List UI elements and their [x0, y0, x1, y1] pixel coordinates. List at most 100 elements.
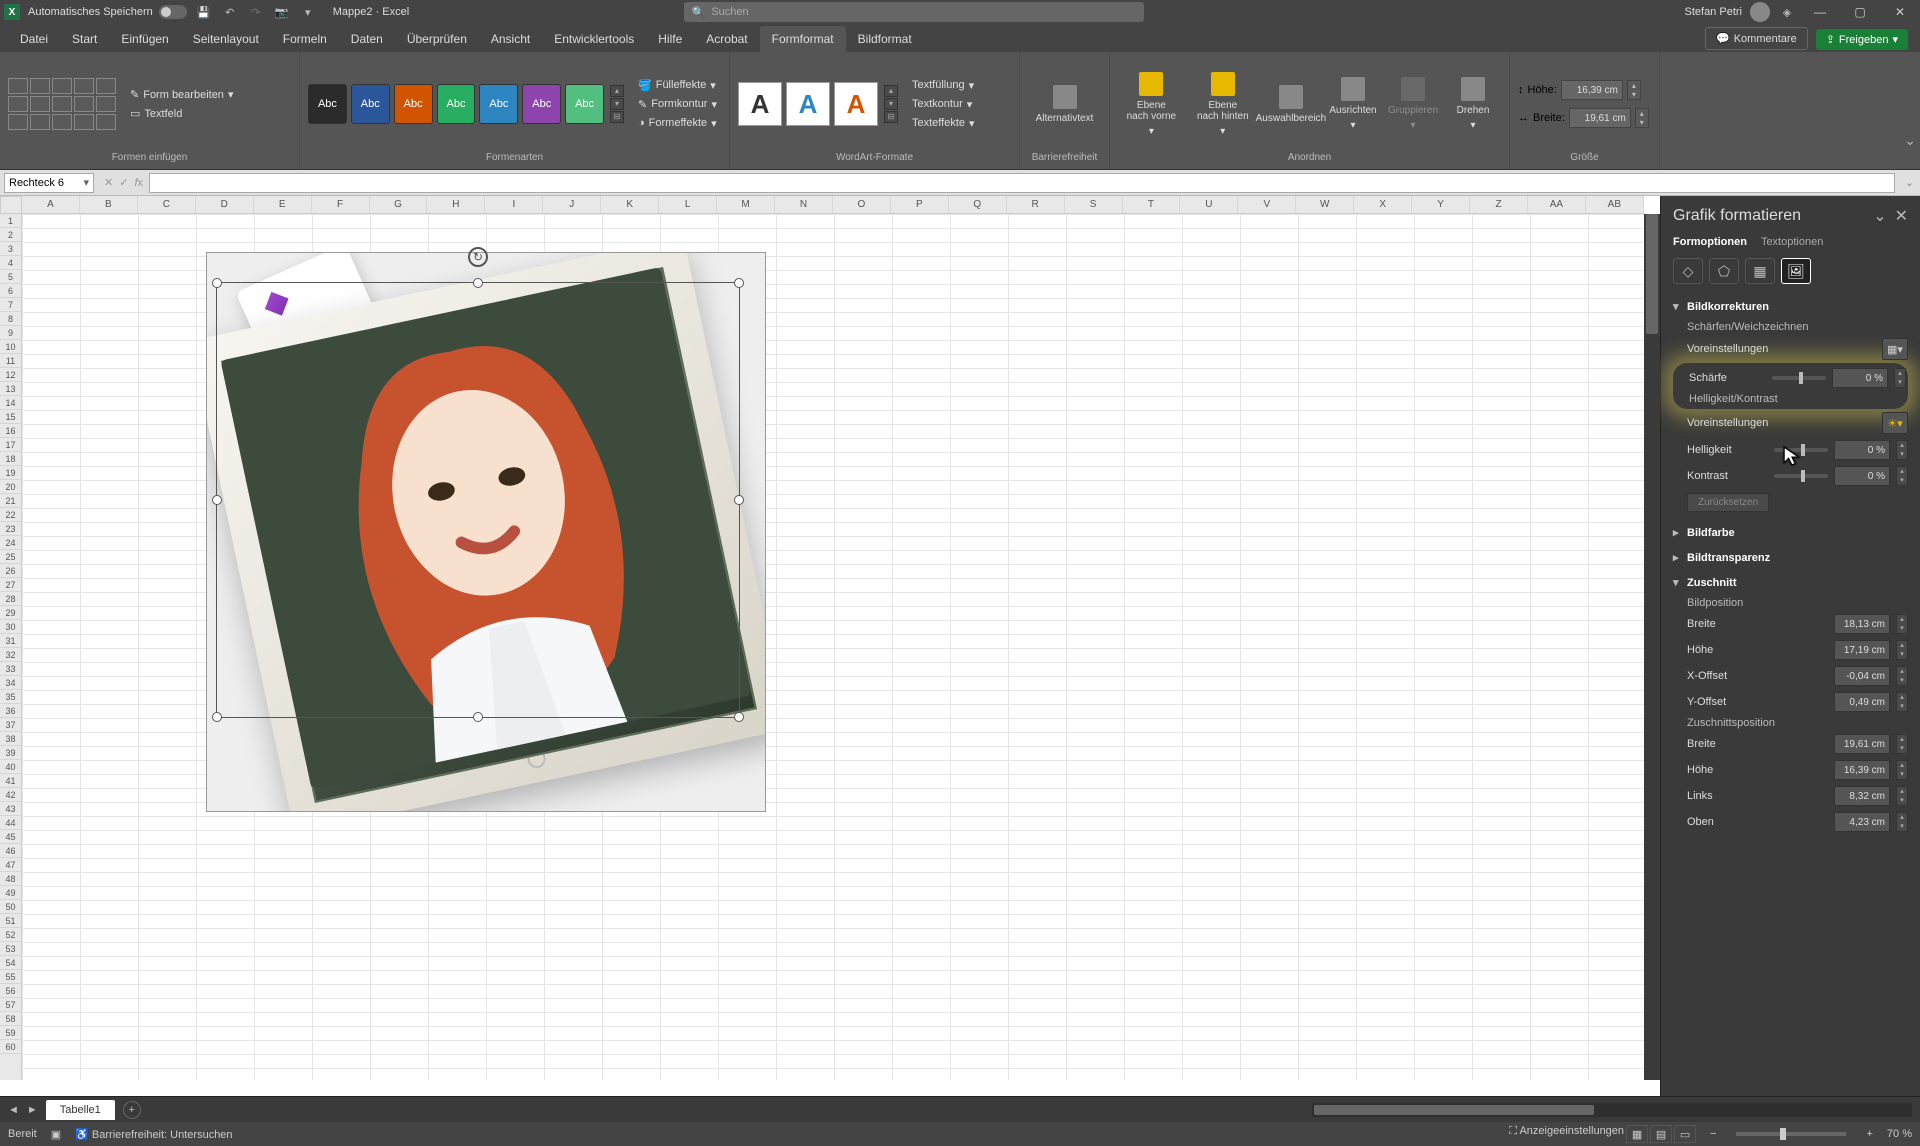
column-header[interactable]: X — [1354, 196, 1412, 213]
wordart-style[interactable]: A — [738, 82, 782, 126]
collapse-ribbon-icon[interactable]: ⌄ — [1904, 132, 1916, 149]
row-header[interactable]: 17 — [0, 438, 21, 452]
column-header[interactable]: A — [22, 196, 80, 213]
resize-handle[interactable] — [734, 712, 744, 722]
row-header[interactable]: 40 — [0, 760, 21, 774]
row-header[interactable]: 48 — [0, 872, 21, 886]
cp-height-spinner[interactable]: ▴▾ — [1896, 760, 1908, 780]
shape-item[interactable] — [74, 96, 94, 112]
row-header[interactable]: 47 — [0, 858, 21, 872]
row-header[interactable]: 6 — [0, 284, 21, 298]
cancel-formula-icon[interactable]: ✕ — [104, 176, 113, 189]
row-header[interactable]: 20 — [0, 480, 21, 494]
row-header[interactable]: 21 — [0, 494, 21, 508]
pp-width-input[interactable] — [1834, 614, 1890, 634]
row-header[interactable]: 34 — [0, 676, 21, 690]
shape-item[interactable] — [30, 78, 50, 94]
formula-input[interactable] — [149, 173, 1895, 193]
save-icon[interactable]: 💾 — [195, 3, 213, 21]
selection-pane-button[interactable]: Auswahlbereich — [1261, 81, 1321, 128]
diamond-icon[interactable]: ◈ — [1778, 3, 1796, 21]
row-header[interactable]: 58 — [0, 1012, 21, 1026]
width-spinner[interactable]: ▴▾ — [1635, 108, 1649, 128]
maximize-button[interactable]: ▢ — [1844, 2, 1876, 22]
shape-item[interactable] — [74, 78, 94, 94]
edit-shape-button[interactable]: ✎Form bearbeiten ▾ — [126, 86, 237, 103]
tab-formulas[interactable]: Formeln — [271, 26, 339, 52]
column-header[interactable]: Y — [1412, 196, 1470, 213]
wordart-more[interactable]: ▴▾⊟ — [884, 85, 898, 123]
column-header[interactable]: AB — [1586, 196, 1644, 213]
name-box[interactable]: Rechteck 6▾ — [4, 173, 94, 193]
pp-yoffset-spinner[interactable]: ▴▾ — [1896, 692, 1908, 712]
shape-style[interactable]: Abc — [479, 84, 518, 124]
row-header[interactable]: 14 — [0, 396, 21, 410]
effects-category-icon[interactable]: ⬠ — [1709, 258, 1739, 284]
fx-icon[interactable]: fx — [134, 177, 143, 189]
minimize-button[interactable]: — — [1804, 2, 1836, 22]
accessibility-status[interactable]: ♿ Barrierefreiheit: Untersuchen — [75, 1128, 232, 1141]
sheet-nav-prev[interactable]: ◄ — [8, 1104, 19, 1116]
expand-formula-icon[interactable]: ⌄ — [1899, 176, 1920, 189]
shapes-gallery[interactable] — [8, 78, 116, 130]
row-header[interactable]: 26 — [0, 564, 21, 578]
zoom-slider[interactable] — [1736, 1132, 1846, 1136]
zoom-out-button[interactable]: − — [1710, 1128, 1716, 1140]
text-options-tab[interactable]: Textoptionen — [1761, 236, 1823, 248]
row-header[interactable]: 22 — [0, 508, 21, 522]
tab-data[interactable]: Daten — [339, 26, 395, 52]
row-header[interactable]: 11 — [0, 354, 21, 368]
row-header[interactable]: 33 — [0, 662, 21, 676]
column-header[interactable]: P — [891, 196, 949, 213]
zoom-level[interactable]: 70 % — [1887, 1128, 1912, 1140]
sheet-tab[interactable]: Tabelle1 — [46, 1100, 115, 1120]
column-header[interactable]: T — [1123, 196, 1181, 213]
row-header[interactable]: 38 — [0, 732, 21, 746]
shape-fill-button[interactable]: 🪣Fülleffekte ▾ — [634, 77, 721, 94]
row-header[interactable]: 37 — [0, 718, 21, 732]
column-header[interactable]: O — [833, 196, 891, 213]
row-header[interactable]: 46 — [0, 844, 21, 858]
scrollbar-thumb[interactable] — [1646, 214, 1658, 334]
column-header[interactable]: S — [1065, 196, 1123, 213]
rotate-button[interactable]: Drehen ▾ — [1445, 73, 1501, 135]
row-header[interactable]: 56 — [0, 984, 21, 998]
accept-formula-icon[interactable]: ✓ — [119, 176, 128, 189]
qat-more-icon[interactable]: ▾ — [299, 3, 317, 21]
tab-help[interactable]: Hilfe — [646, 26, 694, 52]
row-header[interactable]: 25 — [0, 550, 21, 564]
view-page-layout-icon[interactable]: ▤ — [1650, 1125, 1672, 1143]
tab-shape-format[interactable]: Formformat — [760, 26, 846, 52]
row-header[interactable]: 32 — [0, 648, 21, 662]
tab-insert[interactable]: Einfügen — [109, 26, 180, 52]
horizontal-scrollbar[interactable] — [1312, 1103, 1912, 1117]
resize-handle[interactable] — [473, 712, 483, 722]
row-header[interactable]: 13 — [0, 382, 21, 396]
shape-item[interactable] — [52, 96, 72, 112]
column-header[interactable]: J — [543, 196, 601, 213]
row-header[interactable]: 19 — [0, 466, 21, 480]
section-picture-transparency[interactable]: ▸Bildtransparenz — [1673, 545, 1908, 570]
column-header[interactable]: L — [659, 196, 717, 213]
rotation-handle[interactable] — [468, 247, 488, 267]
sharpness-spinner[interactable]: ▴▾ — [1894, 368, 1906, 388]
row-header[interactable]: 27 — [0, 578, 21, 592]
close-button[interactable]: ✕ — [1884, 2, 1916, 22]
row-header[interactable]: 45 — [0, 830, 21, 844]
column-header[interactable]: F — [312, 196, 370, 213]
row-header[interactable]: 59 — [0, 1026, 21, 1040]
tab-review[interactable]: Überprüfen — [395, 26, 479, 52]
shape-style[interactable]: Abc — [308, 84, 347, 124]
wordart-style[interactable]: A — [786, 82, 830, 126]
zoom-thumb[interactable] — [1780, 1128, 1786, 1140]
chevron-down-icon[interactable]: ▾ — [83, 176, 89, 189]
row-header[interactable]: 55 — [0, 970, 21, 984]
column-header[interactable]: D — [196, 196, 254, 213]
avatar[interactable] — [1750, 2, 1770, 22]
cp-width-input[interactable] — [1834, 734, 1890, 754]
row-header[interactable]: 28 — [0, 592, 21, 606]
tab-home[interactable]: Start — [60, 26, 109, 52]
text-effects-button[interactable]: Texteffekte ▾ — [908, 115, 979, 132]
row-header[interactable]: 2 — [0, 228, 21, 242]
contrast-spinner[interactable]: ▴▾ — [1896, 466, 1908, 486]
